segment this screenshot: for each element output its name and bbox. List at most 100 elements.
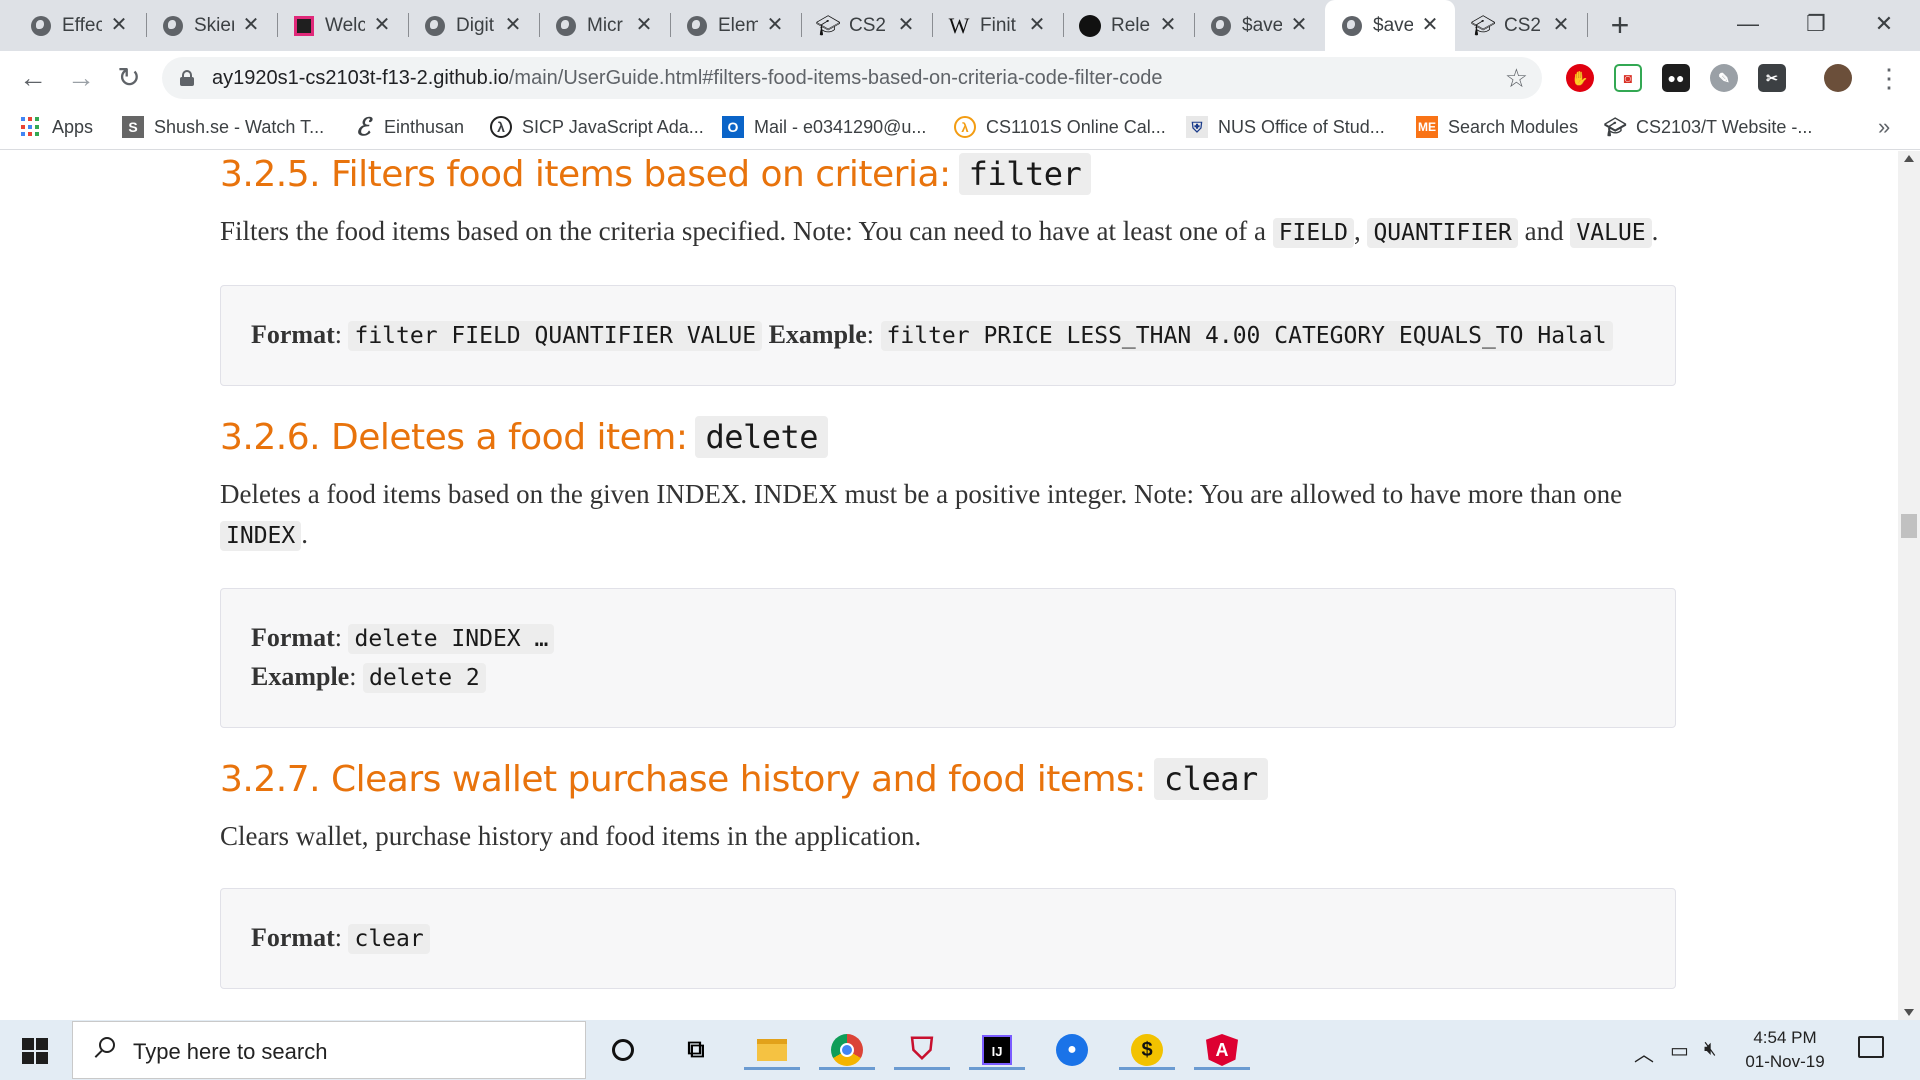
tab[interactable]: Rele ✕ — [1063, 0, 1193, 51]
section-description: Clears wallet, purchase history and food… — [220, 821, 922, 851]
tab-title: Welc — [325, 14, 365, 36]
close-icon[interactable]: ✕ — [1550, 14, 1572, 36]
bookmark-sicp[interactable]: λ SICP JavaScript Ada... — [490, 114, 704, 140]
bookmark-label: SICP JavaScript Ada... — [522, 116, 704, 137]
bookmark-label: Einthusan — [384, 116, 465, 137]
example-label: Example — [251, 662, 350, 691]
scroll-down-arrow-icon[interactable] — [1904, 1009, 1914, 1016]
einthusan-icon: ℰ — [355, 114, 371, 141]
example-label: Example — [768, 320, 867, 349]
intellij-icon[interactable]: IJ — [969, 1030, 1025, 1070]
adblock-extension-icon[interactable]: ✋ — [1566, 64, 1594, 92]
notification-center-icon[interactable] — [1858, 1036, 1884, 1058]
restore-button[interactable]: ❐ — [1786, 6, 1846, 42]
section-heading-delete: 3.2.6. Deletes a food item: delete — [220, 416, 1676, 458]
profile-avatar[interactable] — [1824, 64, 1852, 92]
globe-icon — [555, 15, 577, 37]
close-icon[interactable]: ✕ — [108, 14, 130, 36]
tab[interactable]: Effec ✕ — [14, 0, 144, 51]
scroll-up-arrow-icon[interactable] — [1904, 155, 1914, 162]
bookmark-star-icon[interactable]: ☆ — [1505, 63, 1528, 94]
minimize-button[interactable]: — — [1718, 6, 1778, 42]
reload-button[interactable]: ↻ — [112, 61, 146, 95]
close-icon[interactable]: ✕ — [1288, 14, 1310, 36]
close-icon[interactable]: ✕ — [764, 14, 786, 36]
bookmark-search-modules[interactable]: ME Search Modules — [1416, 114, 1578, 140]
browser-toolbar: ← → ↻ ay1920s1-cs2103t-f13-2.github.io/m… — [0, 51, 1920, 104]
tray-expand-icon[interactable]: ︿ — [1634, 1038, 1654, 1067]
browser-menu-icon[interactable]: ⋮ — [1876, 65, 1902, 93]
lock-icon[interactable] — [180, 70, 194, 86]
tab[interactable]: Micr ✕ — [539, 0, 669, 51]
clock-date: 01-Nov-19 — [1745, 1052, 1825, 1071]
windows-start-button[interactable] — [14, 1034, 56, 1068]
tab-title: Digit — [456, 14, 495, 36]
close-icon[interactable]: ✕ — [633, 14, 655, 36]
tab[interactable]: Elem ✕ — [670, 0, 800, 51]
url-text[interactable]: ay1920s1-cs2103t-f13-2.github.io/main/Us… — [212, 67, 1162, 90]
bookmark-einthusan[interactable]: ℰ Einthusan — [352, 114, 465, 141]
incognito-extension-icon[interactable]: ●● — [1662, 64, 1690, 92]
format-box: Format: clear — [220, 888, 1676, 989]
close-icon[interactable]: ✕ — [1419, 14, 1441, 36]
tab-strip: Effec ✕ Skier ✕ Welc ✕ Digit ✕ Micr ✕ El… — [0, 0, 1920, 51]
angular-icon[interactable]: A — [1194, 1030, 1250, 1070]
tab-title: Elem — [718, 14, 758, 36]
format-code: delete INDEX … — [348, 624, 555, 654]
close-icon[interactable]: ✕ — [240, 14, 262, 36]
tab[interactable]: W Finit ✕ — [932, 0, 1062, 51]
tab[interactable]: Digit ✕ — [408, 0, 538, 51]
screenshot-extension-icon[interactable]: ✂ — [1758, 64, 1786, 92]
edit-extension-icon[interactable]: ✎ — [1710, 64, 1738, 92]
address-bar[interactable]: ay1920s1-cs2103t-f13-2.github.io/main/Us… — [162, 57, 1542, 99]
close-icon[interactable]: ✕ — [1157, 14, 1179, 36]
bookmarks-overflow-button[interactable]: » — [1878, 114, 1890, 140]
windows-taskbar: Type here to search ⧉ ⛉ IJ ● $ A ︿ ▭ 🔇︎ … — [0, 1020, 1920, 1080]
taskbar-search-box[interactable]: Type here to search — [72, 1021, 586, 1079]
tab[interactable]: 🎓︎ CS2 ✕ — [1456, 0, 1586, 51]
volume-muted-icon[interactable]: 🔇︎ — [1704, 1038, 1717, 1061]
bookmark-label: CS2103/T Website -... — [1636, 116, 1813, 137]
battery-icon[interactable]: ▭ — [1670, 1038, 1689, 1063]
mcafee-icon[interactable]: ⛉ — [894, 1030, 950, 1070]
clock-time: 4:54 PM — [1753, 1028, 1817, 1047]
tab-title: Skier — [194, 14, 234, 36]
page-scrollbar[interactable] — [1898, 151, 1920, 1020]
outlook-icon: O — [722, 116, 744, 138]
scroll-thumb[interactable] — [1901, 514, 1917, 538]
graduation-cap-icon: 🎓︎ — [1470, 15, 1496, 37]
system-clock[interactable]: 4:54 PM 01-Nov-19 — [1730, 1026, 1840, 1074]
user-guide-content: 3.2.5. Filters food items based on crite… — [220, 153, 1676, 989]
close-window-button[interactable]: ✕ — [1854, 6, 1914, 42]
cortana-icon[interactable] — [603, 1030, 643, 1070]
tab[interactable]: $ave ✕ — [1194, 0, 1324, 51]
tab-title: $ave — [1373, 14, 1413, 36]
tab-active[interactable]: $ave ✕ — [1325, 0, 1455, 51]
bookmark-cs1101s[interactable]: λ CS1101S Online Cal... — [954, 114, 1166, 140]
tab[interactable]: 🎓︎ CS2 ✕ — [801, 0, 931, 51]
bookmark-nus-office[interactable]: ⛨ NUS Office of Stud... — [1186, 114, 1385, 140]
tab[interactable]: Welc ✕ — [277, 0, 407, 51]
heading-text: 3.2.5. Filters food items based on crite… — [220, 153, 951, 195]
section-description: Filters the food items based on the crit… — [220, 211, 1676, 253]
pocket-extension-icon[interactable]: ◙ — [1614, 64, 1642, 92]
close-icon[interactable]: ✕ — [1026, 14, 1048, 36]
forward-button[interactable]: → — [64, 61, 98, 95]
new-tab-button[interactable]: + — [1605, 9, 1635, 41]
tab[interactable]: Skier ✕ — [146, 0, 276, 51]
money-icon[interactable]: $ — [1119, 1030, 1175, 1070]
task-view-icon[interactable]: ⧉ — [676, 1030, 716, 1070]
close-icon[interactable]: ✕ — [502, 14, 524, 36]
inline-code: INDEX — [220, 521, 302, 551]
close-icon[interactable]: ✕ — [371, 14, 393, 36]
bookmark-cs2103-website[interactable]: 🎓︎ CS2103/T Website -... — [1604, 114, 1813, 140]
maps-icon[interactable]: ● — [1052, 1030, 1092, 1070]
bookmark-label: Shush.se - Watch T... — [154, 116, 325, 137]
bookmark-shush[interactable]: S Shush.se - Watch T... — [122, 114, 324, 140]
bookmark-apps[interactable]: Apps — [20, 114, 93, 140]
bookmark-mail[interactable]: O Mail - e0341290@u... — [722, 114, 926, 140]
chrome-icon[interactable] — [819, 1030, 875, 1070]
file-explorer-icon[interactable] — [744, 1030, 800, 1070]
close-icon[interactable]: ✕ — [895, 14, 917, 36]
back-button[interactable]: ← — [16, 61, 50, 95]
